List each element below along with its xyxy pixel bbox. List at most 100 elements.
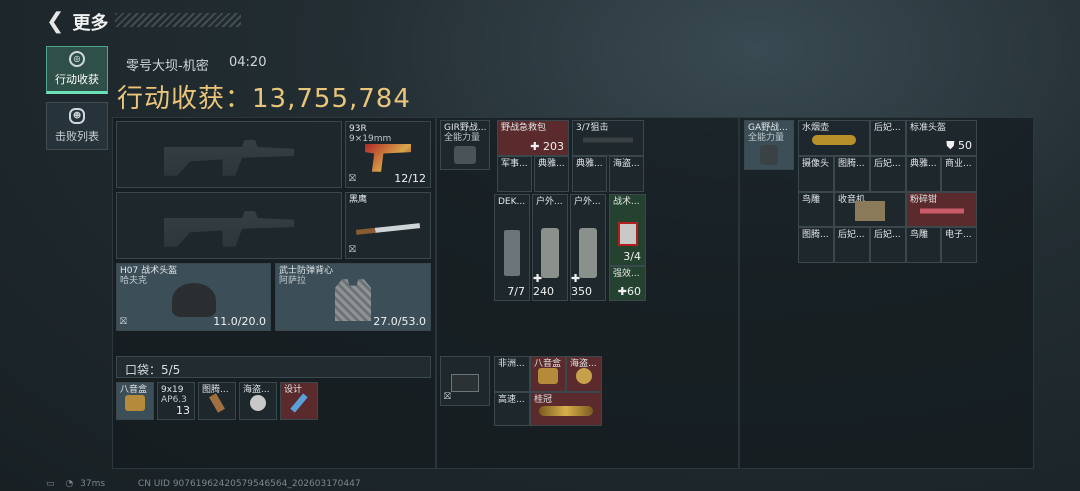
item-value: ✚60 xyxy=(617,285,641,298)
backpack-grid: 水烟壶 后妃... 标准头盔 ⛊ 50 摄像头 图腾... 后妃... 典雅...… xyxy=(798,120,977,263)
item-name: 图腾... xyxy=(802,230,829,240)
bag-item[interactable]: 后妃... xyxy=(870,156,906,192)
item-name: 水烟壶 xyxy=(802,123,830,133)
rig-item[interactable]: 战术... 3/4 xyxy=(609,194,646,266)
case-icon xyxy=(451,374,479,393)
bag-item[interactable]: 粉碎钳 xyxy=(906,192,977,227)
case-item[interactable]: 八音盒 xyxy=(530,356,566,392)
case-item[interactable]: 桂冠 xyxy=(530,392,602,426)
rig-item[interactable]: 3/7狙击 xyxy=(572,120,644,156)
rig-item[interactable]: 军事... xyxy=(497,156,532,192)
rig-item[interactable]: 野战急救包 ✚ 203 xyxy=(497,120,569,156)
bag-item[interactable]: 摄像头 xyxy=(798,156,834,192)
pocket-item[interactable]: 八音盒 xyxy=(116,382,154,420)
item-name: 军事... xyxy=(501,159,528,169)
safe-case-slot[interactable]: ⛝ xyxy=(440,356,490,406)
pocket-item[interactable]: 图腾... xyxy=(198,382,236,420)
rig-item[interactable]: 典雅... xyxy=(572,156,607,192)
back-arrow-icon[interactable]: ❮ xyxy=(46,11,64,33)
rig-item[interactable]: 户外... ✚ 240 xyxy=(532,194,568,301)
item-name: 野战急救包 xyxy=(501,123,547,133)
bag-item[interactable]: 图腾... xyxy=(798,227,834,263)
case-item[interactable]: 高速... xyxy=(494,392,530,426)
scope-icon xyxy=(583,137,633,143)
knife-icon xyxy=(355,222,421,235)
bag-item[interactable]: 标准头盔 ⛊ 50 xyxy=(906,120,977,156)
item-name: 3/7狙击 xyxy=(576,123,609,133)
locked-icon: ⛝ xyxy=(349,174,356,184)
coin-icon: ◎ xyxy=(69,51,85,67)
helmet-name: H07 战术头盔 xyxy=(120,266,178,276)
case-item[interactable]: 海盗... xyxy=(566,356,602,392)
pocket-item[interactable]: 海盗... xyxy=(239,382,277,420)
item-name: 鸟雕 xyxy=(802,195,821,205)
bag-item[interactable]: 图腾... xyxy=(834,156,870,192)
item-name: 粉碎钳 xyxy=(910,195,938,205)
bag-item[interactable]: 后妃... xyxy=(870,120,906,156)
bag-item[interactable]: 水烟壶 xyxy=(798,120,870,156)
item-name: 户外... xyxy=(574,197,601,207)
raid-time: 04:20 xyxy=(229,55,267,70)
item-name: 后妃... xyxy=(874,159,901,169)
armor-slot[interactable]: 武士防弹背心 阿萨拉 27.0/53.0 xyxy=(275,263,431,331)
medkit-icon xyxy=(617,221,638,246)
item-name: 典雅... xyxy=(576,159,603,169)
armor-brand: 阿萨拉 xyxy=(279,276,307,286)
rig-item[interactable]: 典雅... xyxy=(534,156,569,192)
backpack-sub: 全能力量 xyxy=(748,133,785,143)
totem-icon xyxy=(209,393,225,413)
rig-item[interactable]: DEK... 7/7 xyxy=(494,194,530,301)
pocket-header: 口袋：5/5 xyxy=(116,356,431,378)
item-name: 强效... xyxy=(613,269,640,279)
item-value: 3/4 xyxy=(623,250,641,263)
item-name: 桂冠 xyxy=(534,395,553,405)
item-name: 非洲... xyxy=(498,359,525,369)
item-value: ⛊ 50 xyxy=(946,139,972,152)
canister-icon xyxy=(541,227,559,278)
primary-weapon-slot[interactable] xyxy=(116,121,342,188)
item-value: 7/7 xyxy=(507,285,525,298)
bag-item[interactable]: 鸟雕 xyxy=(906,227,941,263)
item-value-num: 203 xyxy=(543,140,564,153)
pocket-item[interactable]: 设计 xyxy=(280,382,318,420)
canister-icon xyxy=(579,227,597,278)
item-name: 商业... xyxy=(945,159,972,169)
item-name: 后妃... xyxy=(874,123,901,133)
bag-item[interactable]: 商业... xyxy=(941,156,977,192)
uid: CN UID 9076196242057954656​4_20260317044… xyxy=(137,479,361,489)
bag-item[interactable]: 后妃... xyxy=(870,227,906,263)
music-box-icon xyxy=(125,394,145,411)
bag-item[interactable]: 收音机 xyxy=(834,192,906,227)
vest-icon xyxy=(335,279,371,322)
tab-loot-label: 行动收获 xyxy=(55,73,99,86)
backpack-slot[interactable]: GA野战... 全能力量 xyxy=(744,120,794,170)
bag-item[interactable]: 电子... xyxy=(941,227,977,263)
bag-item[interactable]: 后妃... xyxy=(834,227,870,263)
item-name: 高速... xyxy=(498,395,525,405)
item-name: 典雅... xyxy=(538,159,565,169)
item-name: 后妃... xyxy=(874,230,901,240)
item-name: DEK... xyxy=(498,197,526,207)
pocket-item[interactable]: 9x19 AP6.3 13 xyxy=(157,382,195,420)
rig-item[interactable]: 海盗... xyxy=(609,156,644,192)
melee-name: 黑鹰 xyxy=(349,195,368,205)
chest-rig-slot[interactable]: GIR野战... 全能力量 xyxy=(440,120,490,170)
melee-slot[interactable]: 黑鹰 ⛝ xyxy=(345,192,431,259)
case-item[interactable]: 非洲... xyxy=(494,356,530,392)
pistol-slot[interactable]: 93R 9×19mm ⛝ 12/12 xyxy=(345,121,431,188)
coin-icon xyxy=(250,394,266,411)
bag-item[interactable]: 典雅... xyxy=(906,156,941,192)
tab-loot[interactable]: ◎ 行动收获 xyxy=(46,46,108,94)
rig-item[interactable]: 强效... ✚60 xyxy=(609,266,646,301)
bag-item[interactable]: 鸟雕 xyxy=(798,192,834,227)
secondary-weapon-slot[interactable] xyxy=(116,192,342,259)
ping: 37ms xyxy=(80,479,106,489)
rig-item[interactable]: 户外... ✚ 350 xyxy=(570,194,606,301)
item-name: 海盗... xyxy=(613,159,640,169)
syringe-icon xyxy=(290,393,308,413)
page-title: 更多 xyxy=(72,13,109,34)
tab-kills[interactable]: ☻ 击败列表 xyxy=(46,102,108,150)
item-name: 八音盒 xyxy=(120,385,148,395)
item-name: 图腾... xyxy=(838,159,865,169)
helmet-slot[interactable]: H07 战术头盔 哈夫克 ⛝ 11.0/20.0 xyxy=(116,263,271,331)
